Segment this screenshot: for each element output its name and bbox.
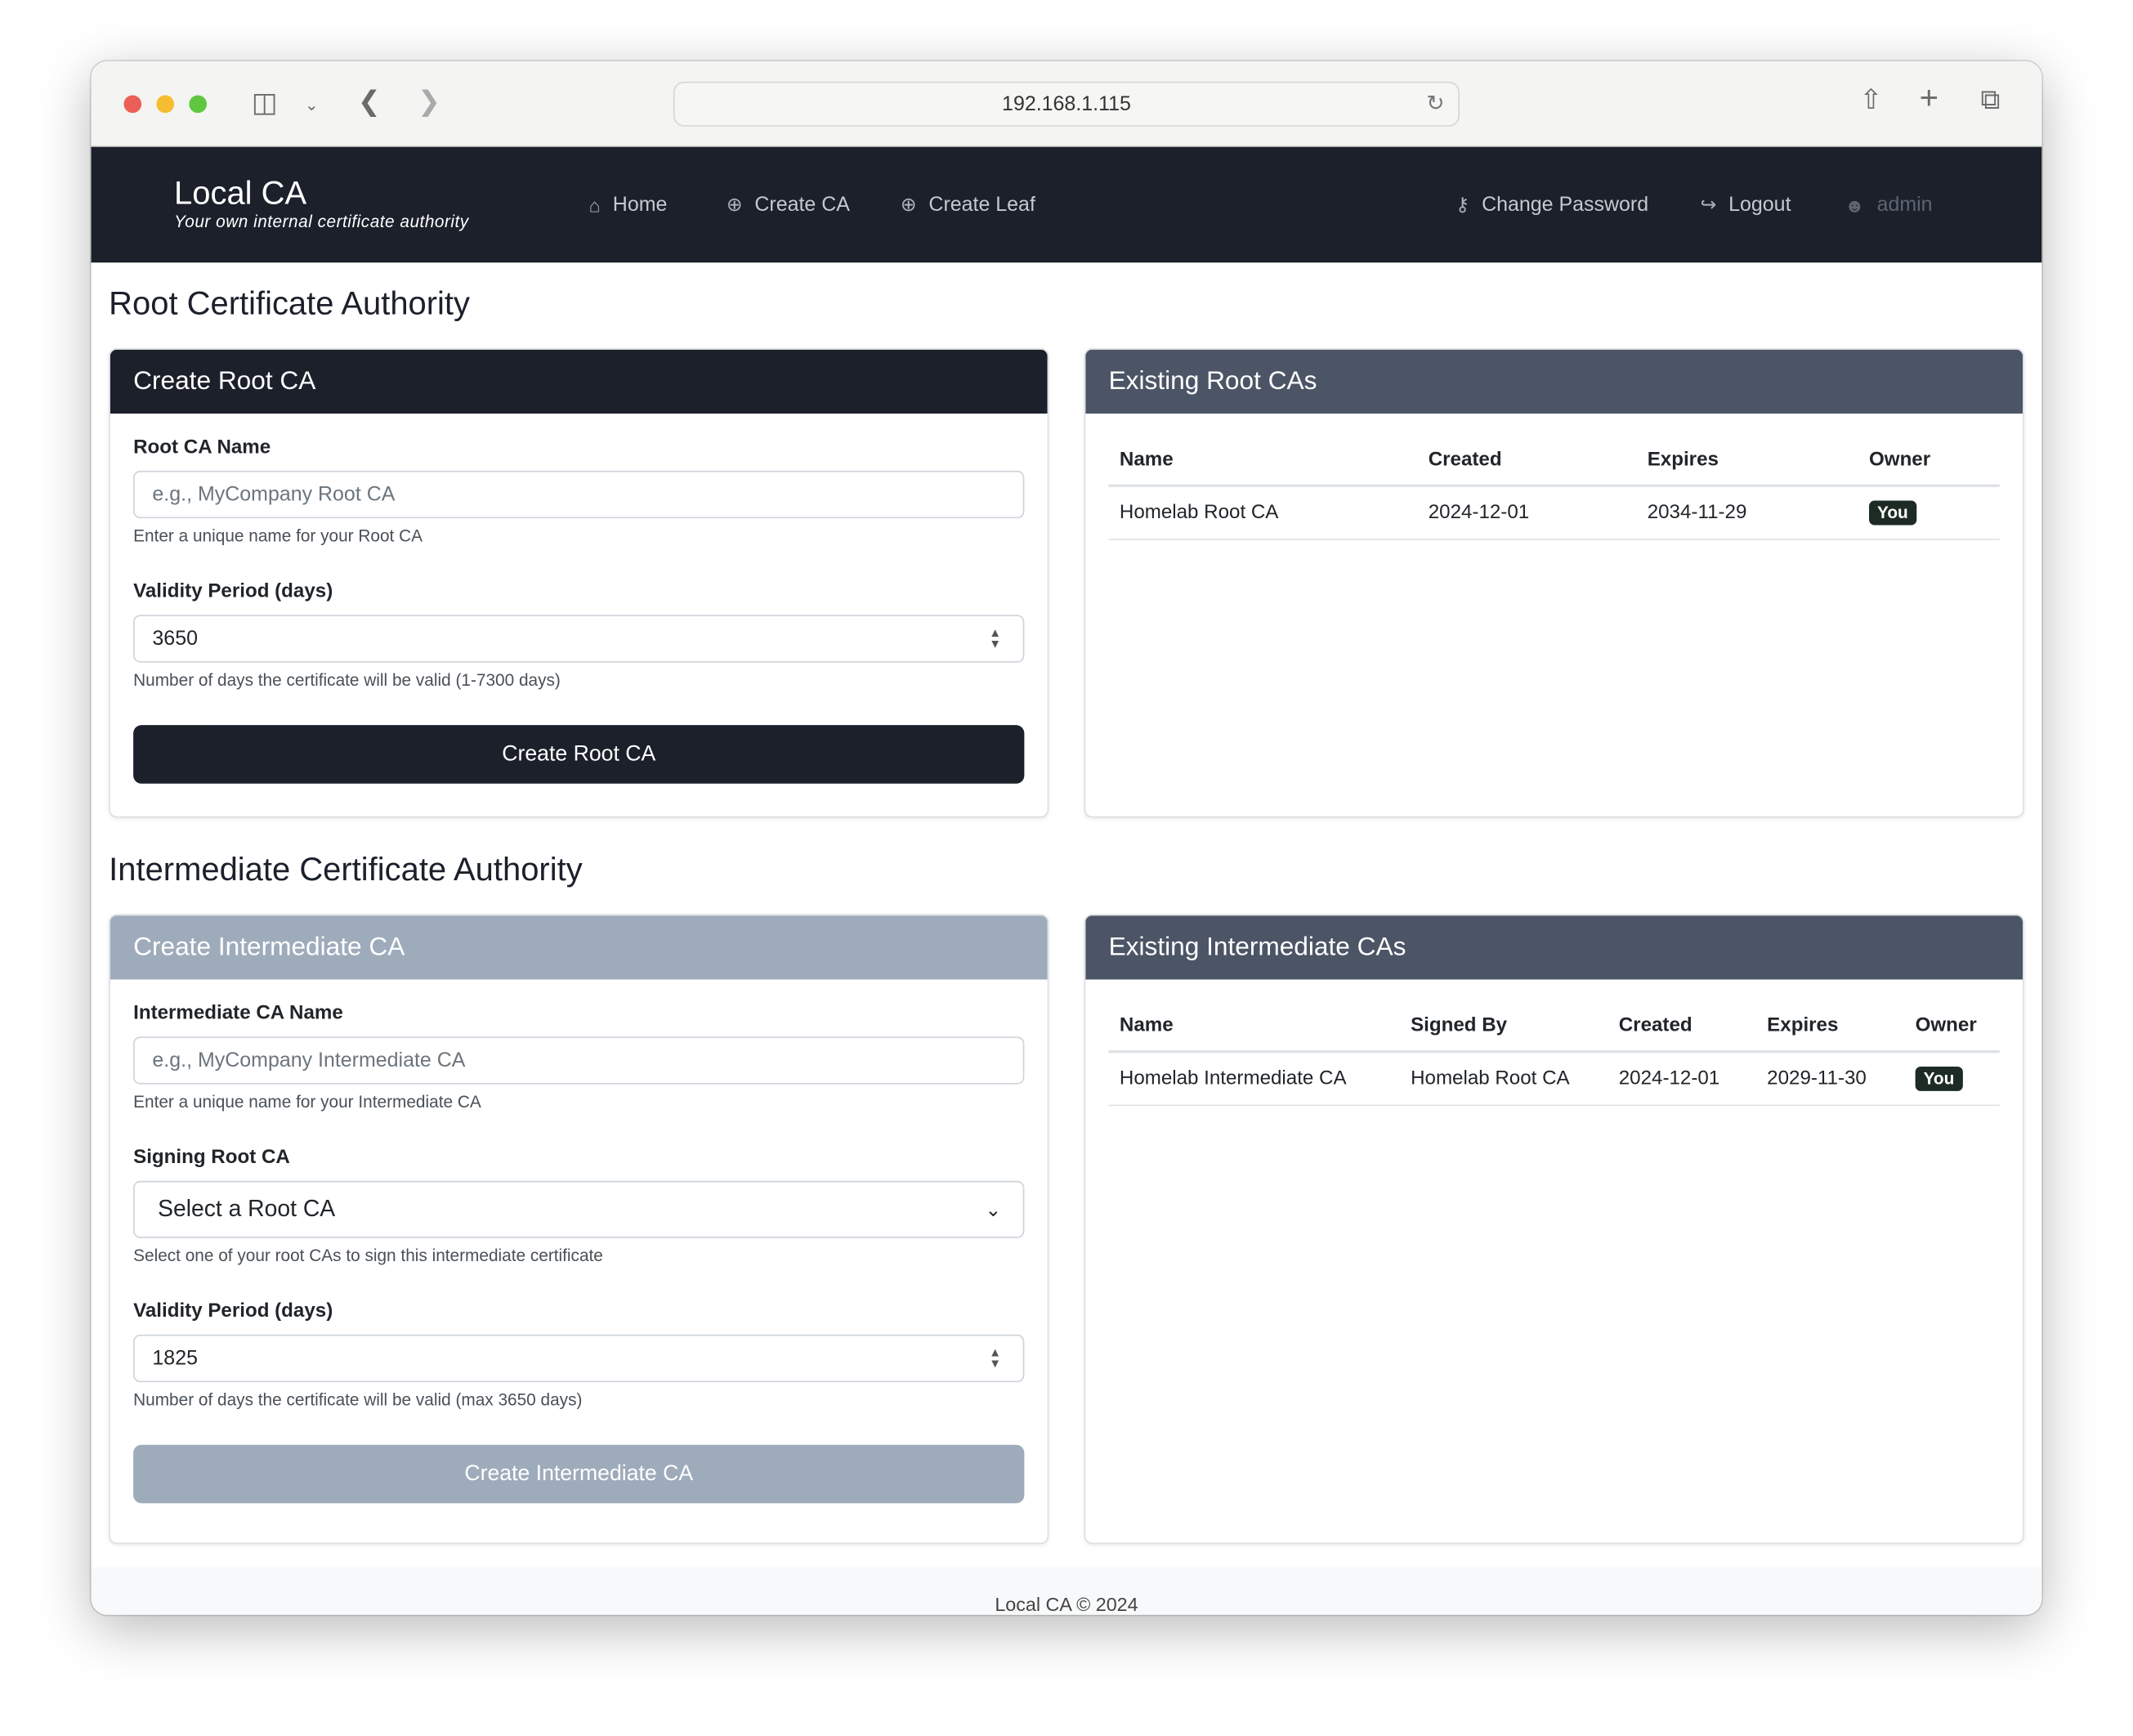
address-bar[interactable]: 192.168.1.115 ↻ bbox=[673, 81, 1460, 127]
close-window-button[interactable] bbox=[123, 95, 142, 114]
plus-circle-icon: ⊕ bbox=[726, 193, 743, 215]
user-icon: ☻ bbox=[1845, 194, 1865, 216]
validity-value: 1825 bbox=[152, 1346, 198, 1371]
nav-label: Logout bbox=[1728, 193, 1791, 217]
brand[interactable]: Local CA Your own internal certificate au… bbox=[174, 177, 469, 231]
chevron-down-icon[interactable]: ⌄ bbox=[305, 92, 319, 119]
existing-intermediate-cas-card: Existing Intermediate CAs Name Signed By C… bbox=[1084, 914, 2024, 1545]
column-header: Expires bbox=[1636, 449, 1858, 487]
stepper-icon[interactable]: ▲ ▼ bbox=[989, 627, 1001, 650]
create-root-ca-card: Create Root CA Root CA Name e.g., MyComp… bbox=[109, 348, 1049, 818]
home-icon: ⌂ bbox=[588, 194, 601, 216]
expires-date: 2034-11-29 bbox=[1636, 485, 1858, 540]
create-root-ca-button[interactable]: Create Root CA bbox=[133, 725, 1025, 784]
nav-create-leaf[interactable]: ⊕ Create Leaf bbox=[901, 193, 1035, 216]
column-header: Created bbox=[1608, 1014, 1756, 1054]
nav-logout[interactable]: ↪ Logout bbox=[1701, 193, 1791, 216]
created-date: 2024-12-01 bbox=[1608, 1051, 1756, 1107]
forward-icon[interactable]: ❯ bbox=[418, 88, 440, 115]
help-text: Select one of your root CAs to sign this… bbox=[133, 1246, 603, 1265]
intermediate-validity-input[interactable]: 1825 ▲ ▼ bbox=[133, 1334, 1025, 1383]
validity-label: Validity Period (days) bbox=[133, 580, 333, 603]
logout-icon: ↪ bbox=[1700, 193, 1717, 215]
nav-label: Create CA bbox=[754, 193, 850, 217]
minimize-window-button[interactable] bbox=[156, 95, 175, 114]
intermediate-ca-name-input[interactable]: e.g., MyCompany Intermediate CA bbox=[133, 1036, 1025, 1085]
browser-toolbar: ◫ ⌄ ❮ ❯ 192.168.1.115 ↻ ⇧ + ⧉ bbox=[91, 60, 2042, 147]
section-heading-root: Root Certificate Authority bbox=[109, 285, 471, 323]
section-heading-intermediate: Intermediate Certificate Authority bbox=[109, 851, 583, 888]
footer: Local CA © 2024 bbox=[91, 1567, 2042, 1615]
card-title: Existing Root CAs bbox=[1085, 349, 2023, 414]
root-ca-name-label: Root CA Name bbox=[133, 436, 271, 459]
chevron-down-icon: ⌄ bbox=[985, 1198, 1002, 1221]
column-header: Name bbox=[1108, 1014, 1400, 1054]
column-header: Signed By bbox=[1399, 1014, 1608, 1054]
column-header: Owner bbox=[1904, 1014, 2000, 1054]
tabs-overview-icon[interactable]: ⧉ bbox=[1981, 87, 2001, 114]
create-intermediate-ca-button[interactable]: Create Intermediate CA bbox=[133, 1444, 1025, 1504]
maximize-window-button[interactable] bbox=[189, 95, 208, 114]
stepper-icon[interactable]: ▲ ▼ bbox=[989, 1346, 1001, 1369]
key-icon: ⚷ bbox=[1456, 193, 1470, 215]
nav-change-password[interactable]: ⚷ Change Password bbox=[1456, 193, 1648, 216]
reload-icon[interactable]: ↻ bbox=[1426, 83, 1444, 126]
created-date: 2024-12-01 bbox=[1417, 485, 1637, 540]
url-text: 192.168.1.115 bbox=[1002, 92, 1131, 116]
signed-by: Homelab Root CA bbox=[1399, 1051, 1608, 1107]
plus-circle-icon: ⊕ bbox=[900, 193, 917, 215]
help-text: Number of days the certificate will be v… bbox=[133, 1390, 583, 1410]
intermediate-ca-table: Name Signed By Created Expires Owner Homelab… bbox=[1108, 1014, 2000, 1107]
signing-root-ca-select[interactable]: Select a Root CA ⌄ bbox=[133, 1180, 1025, 1238]
browser-window: ◫ ⌄ ❮ ❯ 192.168.1.115 ↻ ⇧ + ⧉ Local CA You… bbox=[91, 60, 2042, 1615]
owner-badge: You bbox=[1869, 500, 1916, 526]
create-intermediate-ca-card: Create Intermediate CA Intermediate CA N… bbox=[109, 914, 1049, 1545]
nav-label: Change Password bbox=[1482, 193, 1649, 217]
help-text: Number of days the certificate will be v… bbox=[133, 670, 561, 690]
validity-label: Validity Period (days) bbox=[133, 1300, 333, 1322]
column-header: Created bbox=[1417, 449, 1637, 487]
root-ca-table: Name Created Expires Owner Homelab Root CA 2… bbox=[1108, 449, 2000, 540]
owner-badge: You bbox=[1915, 1066, 1963, 1091]
table-row: Homelab Intermediate CA Homelab Root CA 20… bbox=[1108, 1051, 2000, 1107]
share-icon[interactable]: ⇧ bbox=[1859, 87, 1882, 114]
nav-label: Create Leaf bbox=[928, 193, 1035, 217]
expires-date: 2029-11-30 bbox=[1755, 1051, 1905, 1107]
navbar: Local CA Your own internal certificate au… bbox=[91, 146, 2042, 263]
root-validity-input[interactable]: 3650 ▲ ▼ bbox=[133, 615, 1025, 663]
brand-tagline: Your own internal certificate authority bbox=[174, 212, 469, 231]
column-header: Name bbox=[1108, 449, 1418, 487]
select-value: Select a Root CA bbox=[158, 1196, 336, 1222]
nav-create-ca[interactable]: ⊕ Create CA bbox=[727, 193, 850, 216]
nav-label: admin bbox=[1876, 193, 1933, 217]
sidebar-icon[interactable]: ◫ bbox=[252, 90, 277, 117]
help-text: Enter a unique name for your Root CA bbox=[133, 526, 423, 546]
table-row: Homelab Root CA 2024-12-01 2034-11-29 You bbox=[1108, 485, 2000, 540]
nav-home[interactable]: ⌂ Home bbox=[589, 193, 668, 216]
signing-root-ca-label: Signing Root CA bbox=[133, 1147, 290, 1169]
existing-root-cas-card: Existing Root CAs Name Created Expires Owne… bbox=[1084, 348, 2024, 818]
ca-name: Homelab Intermediate CA bbox=[1108, 1051, 1400, 1107]
card-title: Existing Intermediate CAs bbox=[1085, 915, 2023, 980]
nav-user: ☻ admin bbox=[1845, 193, 1933, 216]
back-icon[interactable]: ❮ bbox=[358, 88, 381, 115]
nav-label: Home bbox=[612, 193, 668, 217]
card-title: Create Root CA bbox=[110, 349, 1048, 414]
validity-value: 3650 bbox=[152, 627, 198, 651]
help-text: Enter a unique name for your Intermediat… bbox=[133, 1092, 481, 1112]
intermediate-ca-name-label: Intermediate CA Name bbox=[133, 1002, 343, 1025]
root-ca-name-input[interactable]: e.g., MyCompany Root CA bbox=[133, 470, 1025, 519]
ca-name: Homelab Root CA bbox=[1108, 485, 1418, 540]
card-title: Create Intermediate CA bbox=[110, 915, 1048, 980]
column-header: Expires bbox=[1755, 1014, 1905, 1054]
new-tab-icon[interactable]: + bbox=[1920, 83, 1938, 115]
brand-title: Local CA bbox=[174, 175, 307, 213]
column-header: Owner bbox=[1858, 449, 2000, 487]
